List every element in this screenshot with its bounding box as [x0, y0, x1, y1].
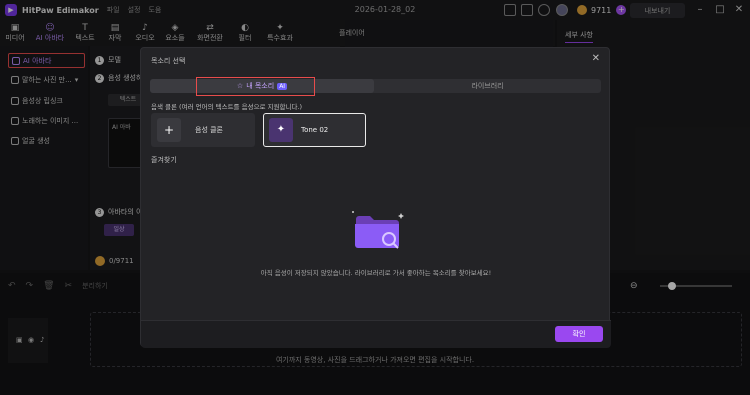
voice-select-dialog: 목소리 선택 ✕ ☆ 내 목소리 AI 라이브러리 음색 클론 (여러 언어의 … — [140, 47, 611, 348]
empty-state-message: 아직 음성이 저장되지 않았습니다. 라이브러리로 가서 좋아하는 목소리를 찾… — [260, 269, 492, 277]
favorites-heading: 즐겨찾기 — [151, 156, 177, 164]
clone-instruction: 음색 클론 (여러 언어의 텍스트를 음성으로 지원합니다.) — [151, 103, 303, 111]
voice-clone-card[interactable]: + 음성 클론 — [151, 113, 255, 147]
confirm-button[interactable]: 확인 — [555, 326, 603, 342]
highlight-box — [196, 77, 315, 96]
voice-wave-icon: ✦ — [269, 118, 293, 142]
voice-clone-label: 음성 클론 — [195, 126, 223, 134]
confirm-label: 확인 — [572, 330, 586, 338]
tab-library[interactable]: 라이브러리 — [374, 79, 601, 93]
empty-folder-icon — [352, 211, 404, 249]
plus-icon: + — [157, 118, 181, 142]
tone-02-card[interactable]: ✦ Tone 02 — [263, 113, 366, 147]
close-icon[interactable]: ✕ — [592, 53, 600, 64]
app-window: ▶ HitPaw Edimakor 파일 설정 도움 2026-01-28_02… — [0, 0, 750, 395]
dialog-title: 목소리 선택 — [151, 57, 186, 65]
dialog-footer — [141, 320, 611, 348]
tone-02-label: Tone 02 — [301, 126, 329, 134]
tab-library-label: 라이브러리 — [471, 82, 504, 90]
